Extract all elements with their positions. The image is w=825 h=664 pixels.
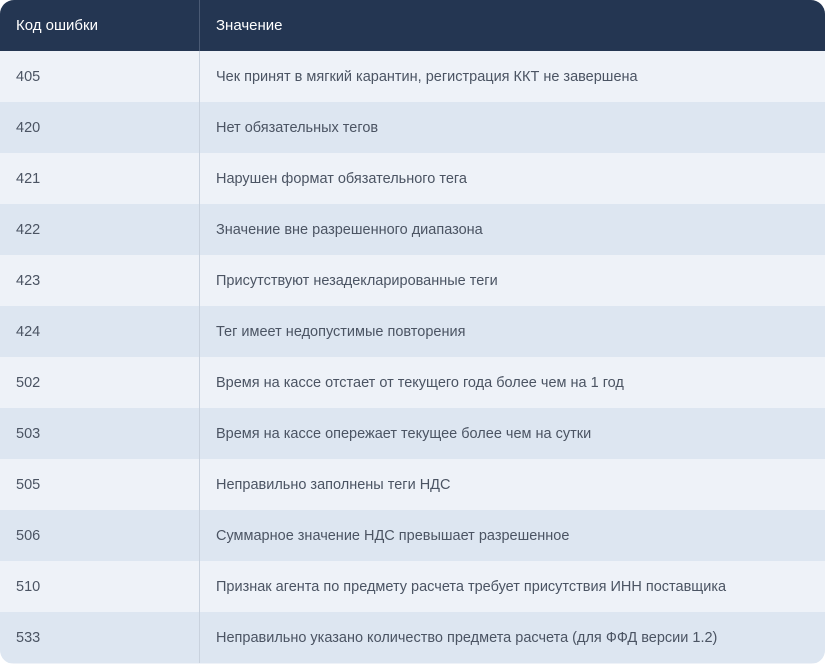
- error-description: Нарушен формат обязательного тега: [216, 170, 467, 187]
- error-description: Присутствуют незадекларированные теги: [216, 272, 498, 289]
- table-body: 405 Чек принят в мягкий карантин, регист…: [0, 51, 825, 663]
- error-code: 533: [0, 612, 200, 663]
- error-description: Время на кассе отстает от текущего года …: [216, 374, 624, 391]
- table-row: 506 Суммарное значение НДС превышает раз…: [0, 510, 825, 561]
- error-description: Неправильно указано количество предмета …: [216, 629, 718, 646]
- error-description: Чек принят в мягкий карантин, регистраци…: [216, 68, 638, 85]
- error-description: Признак агента по предмету расчета требу…: [216, 578, 727, 595]
- error-code: 405: [0, 51, 200, 102]
- table-row: 505 Неправильно заполнены теги НДС: [0, 459, 825, 510]
- table-header: Код ошибки Значение: [0, 0, 825, 51]
- header-value: Значение: [216, 17, 283, 34]
- error-code: 502: [0, 357, 200, 408]
- error-code: 505: [0, 459, 200, 510]
- table-row: 424 Тег имеет недопустимые повторения: [0, 306, 825, 357]
- error-code: 510: [0, 561, 200, 612]
- error-description: Значение вне разрешенного диапазона: [216, 221, 483, 238]
- table-row: 423 Присутствуют незадекларированные тег…: [0, 255, 825, 306]
- error-description: Неправильно заполнены теги НДС: [216, 476, 451, 493]
- table-row: 503 Время на кассе опережает текущее бол…: [0, 408, 825, 459]
- error-code: 423: [0, 255, 200, 306]
- table-row: 502 Время на кассе отстает от текущего г…: [0, 357, 825, 408]
- error-code: 420: [0, 102, 200, 153]
- error-code: 424: [0, 306, 200, 357]
- table-row: 533 Неправильно указано количество предм…: [0, 612, 825, 663]
- error-description: Тег имеет недопустимые повторения: [216, 323, 466, 340]
- table-row: 405 Чек принят в мягкий карантин, регист…: [0, 51, 825, 102]
- error-code: 506: [0, 510, 200, 561]
- table-row: 510 Признак агента по предмету расчета т…: [0, 561, 825, 612]
- error-description: Время на кассе опережает текущее более ч…: [216, 425, 592, 442]
- error-code: 503: [0, 408, 200, 459]
- header-code: Код ошибки: [0, 0, 200, 51]
- table-row: 420 Нет обязательных тегов: [0, 102, 825, 153]
- table-row: 422 Значение вне разрешенного диапазона: [0, 204, 825, 255]
- error-code: 421: [0, 153, 200, 204]
- error-description: Суммарное значение НДС превышает разреше…: [216, 527, 570, 544]
- error-description: Нет обязательных тегов: [216, 119, 379, 136]
- error-code: 422: [0, 204, 200, 255]
- error-codes-table: Код ошибки Значение 405 Чек принят в мяг…: [0, 0, 825, 664]
- table-row: 421 Нарушен формат обязательного тега: [0, 153, 825, 204]
